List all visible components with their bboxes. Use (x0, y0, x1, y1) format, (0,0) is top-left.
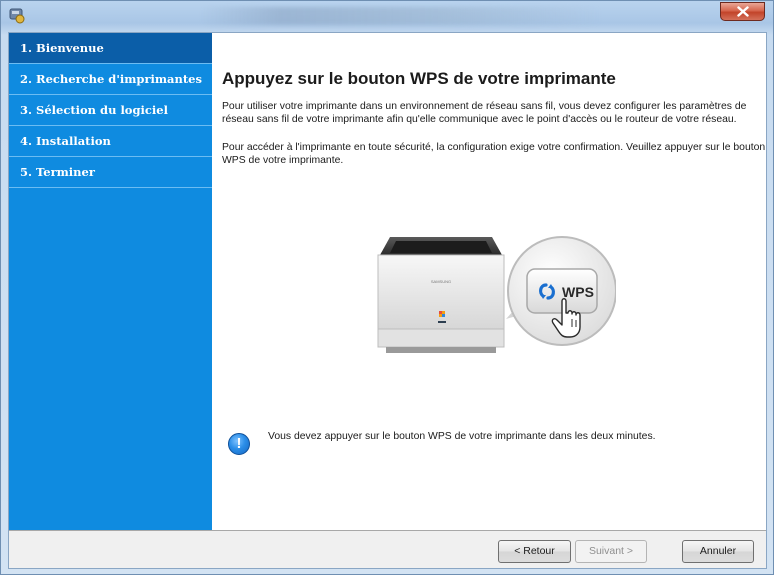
app-icon (9, 8, 25, 24)
client-area: 1. Bienvenue 2. Recherche d'imprimantes … (8, 32, 767, 569)
close-button[interactable] (720, 2, 765, 21)
sidebar-item-installation[interactable]: 4. Installation (9, 126, 212, 157)
sidebar-item-terminer[interactable]: 5. Terminer (9, 157, 212, 188)
sidebar-item-recherche[interactable]: 2. Recherche d'imprimantes (9, 64, 212, 95)
wps-label: WPS (562, 284, 594, 300)
wps-callout: WPS (506, 236, 616, 346)
instruction-paragraph: Pour utiliser votre imprimante dans un e… (222, 101, 747, 125)
sidebar-item-selection[interactable]: 3. Sélection du logiciel (9, 95, 212, 126)
printer-brand: SAMSUNG (431, 279, 451, 284)
printer-wps-illustration: SAMSUNG WPS (377, 236, 616, 353)
installer-window: 1. Bienvenue 2. Recherche d'imprimantes … (0, 0, 774, 575)
next-button[interactable]: Suivant > (575, 540, 647, 563)
close-icon (736, 6, 749, 17)
window-title-blurred (201, 7, 601, 25)
back-button[interactable]: < Retour (498, 540, 571, 563)
page-title: Appuyez sur le bouton WPS de votre impri… (222, 69, 616, 88)
sidebar-item-bienvenue[interactable]: 1. Bienvenue (9, 33, 212, 64)
title-bar[interactable] (1, 1, 773, 33)
printer-icon: SAMSUNG (377, 237, 505, 353)
info-icon: ! (228, 433, 250, 455)
confirmation-paragraph: Pour accéder à l'imprimante en toute séc… (222, 142, 766, 166)
sidebar: 1. Bienvenue 2. Recherche d'imprimantes … (9, 33, 212, 530)
cancel-button[interactable]: Annuler (682, 540, 754, 563)
main-panel: Appuyez sur le bouton WPS de votre impri… (212, 33, 766, 530)
timeout-notice: Vous devez appuyer sur le bouton WPS de … (268, 431, 656, 442)
button-bar: < Retour Suivant > Annuler (9, 530, 766, 568)
